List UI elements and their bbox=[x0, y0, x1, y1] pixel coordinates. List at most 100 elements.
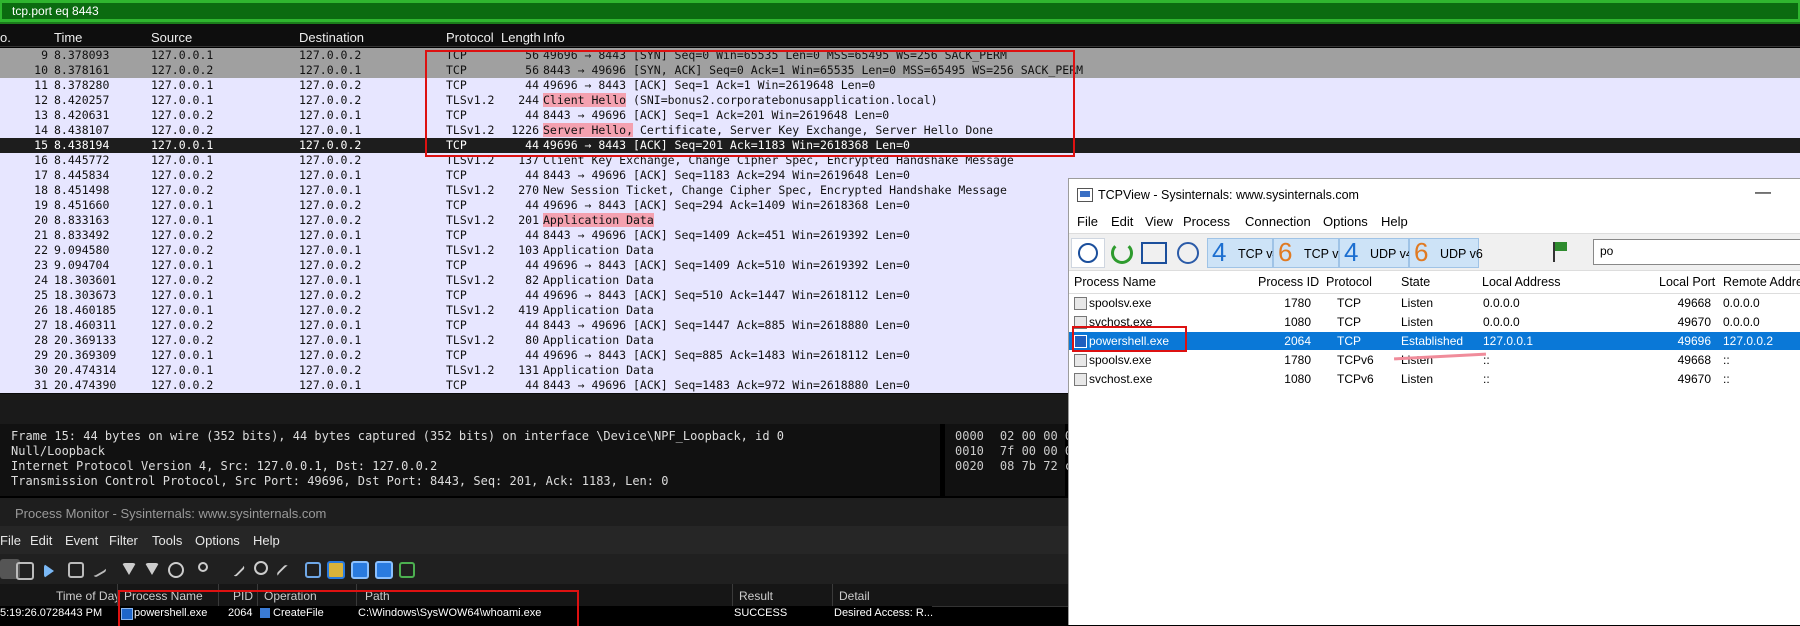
display-filter-input[interactable] bbox=[2, 3, 1798, 19]
detail-line[interactable]: Transmission Control Protocol, Src Port:… bbox=[11, 474, 668, 489]
col-result[interactable]: Result bbox=[739, 589, 773, 603]
procmon-menu-tools[interactable]: Tools bbox=[152, 533, 182, 548]
jump-icon[interactable] bbox=[275, 563, 291, 579]
detail-line[interactable]: Internet Protocol Version 4, Src: 127.0.… bbox=[11, 459, 437, 474]
col-time-of-day[interactable]: Time of Day bbox=[56, 589, 120, 603]
tcp-menu-view[interactable]: View bbox=[1145, 214, 1173, 229]
show-unconnected-button[interactable] bbox=[1545, 238, 1577, 266]
profiling-icon[interactable] bbox=[399, 562, 415, 578]
procmon-menu-filter[interactable]: Filter bbox=[109, 533, 138, 548]
procmon-toolbar bbox=[0, 554, 1068, 584]
registry-icon[interactable] bbox=[305, 562, 321, 578]
tcp-col-process-id[interactable]: Process ID bbox=[1258, 275, 1319, 289]
col-path[interactable]: Path bbox=[365, 589, 390, 603]
properties-button[interactable] bbox=[1171, 238, 1203, 266]
autoscroll-icon[interactable] bbox=[68, 562, 84, 578]
packet-src: 127.0.0.1 bbox=[151, 348, 214, 362]
tcp-col-remote-address[interactable]: Remote Address bbox=[1723, 275, 1800, 289]
procmon-event-row-next[interactable] bbox=[0, 620, 932, 624]
detail-line[interactable]: Null/Loopback bbox=[11, 444, 105, 459]
display-filter-bar: tcp.port eq 8443 bbox=[0, 0, 1800, 24]
packet-src: 127.0.0.1 bbox=[151, 153, 214, 167]
packet-len: 44 bbox=[525, 168, 539, 182]
tcp-col-process-name[interactable]: Process Name bbox=[1074, 275, 1156, 289]
find-icon[interactable] bbox=[254, 561, 268, 575]
search-input[interactable]: po bbox=[1593, 239, 1800, 265]
connection-state: Listen bbox=[1401, 372, 1434, 386]
col-detail[interactable]: Detail bbox=[839, 589, 870, 603]
udp-v4-icon: 4 bbox=[1344, 237, 1359, 267]
col-source-header[interactable]: Source bbox=[151, 30, 192, 45]
connection-pid: 2064 bbox=[1284, 334, 1311, 348]
procmon-menu-edit[interactable]: Edit bbox=[30, 533, 52, 548]
col-length-header[interactable]: Length bbox=[501, 30, 541, 45]
packet-row[interactable]: 15 8.438194 127.0.0.1 127.0.0.2 TCP 44 49696 →… bbox=[0, 138, 1800, 153]
packet-row[interactable]: 14 8.438107 127.0.0.2 127.0.0.1 TLSv1.2 1226 S… bbox=[0, 123, 1800, 138]
search-value: po bbox=[1600, 244, 1614, 258]
packet-row[interactable]: 13 8.420631 127.0.0.2 127.0.0.1 TCP 44 8443 → … bbox=[0, 108, 1800, 123]
packet-row[interactable]: 11 8.378280 127.0.0.1 127.0.0.2 TCP 44 49696 →… bbox=[0, 78, 1800, 93]
save-icon[interactable] bbox=[16, 562, 34, 580]
tcp-menu-help[interactable]: Help bbox=[1381, 214, 1408, 229]
connection-row[interactable]: spoolsv.exe 1780 TCPv6 Listen:: 49668:: bbox=[1069, 351, 1800, 369]
packet-row[interactable]: 16 8.445772 127.0.0.1 127.0.0.2 TLSv1.2 137 Cl… bbox=[0, 153, 1800, 168]
hex-line[interactable]: 0000 02 00 00 0 bbox=[955, 429, 1072, 444]
options-button[interactable] bbox=[1137, 238, 1169, 266]
hex-line[interactable]: 0020 08 7b 72 c bbox=[955, 459, 1072, 474]
packet-src: 127.0.0.2 bbox=[151, 108, 214, 122]
process-tree-icon[interactable] bbox=[198, 562, 208, 572]
process-thread-icon[interactable] bbox=[375, 561, 393, 579]
connection-row[interactable]: svchost.exe 1080 TCP Listen 0.0.0.0 49670 0.0.… bbox=[1069, 313, 1800, 331]
filter-tcp-v4[interactable]: 4 TCP v4 bbox=[1207, 237, 1279, 268]
refresh-button[interactable] bbox=[1105, 238, 1137, 266]
minimize-icon[interactable]: — bbox=[1755, 184, 1771, 202]
packet-info: Application Data bbox=[543, 363, 654, 377]
connection-row[interactable]: powershell.exe 2064 TCP Established 127.0.0.… bbox=[1069, 332, 1800, 350]
tcp-menu-connection[interactable]: Connection bbox=[1245, 214, 1311, 229]
col-destination-header[interactable]: Destination bbox=[299, 30, 364, 45]
tcp-col-protocol[interactable]: Protocol bbox=[1326, 275, 1372, 289]
tcpview-app-icon bbox=[1077, 188, 1093, 202]
filter-tcp-v6[interactable]: 6 TCP v6 bbox=[1273, 237, 1345, 268]
connection-row[interactable]: svchost.exe 1080 TCPv6 Listen:: 49670:: bbox=[1069, 370, 1800, 388]
connection-row[interactable]: spoolsv.exe 1780 TCP Listen 0.0.0.0 49668 0.0.… bbox=[1069, 294, 1800, 312]
col-protocol-header[interactable]: Protocol bbox=[446, 30, 494, 45]
packet-row[interactable]: 9 8.378093 127.0.0.1 127.0.0.2 TCP 56 49696 → … bbox=[0, 48, 1800, 63]
procmon-event-row[interactable]: 5:19:26.0728443 PM powershell.exe 2064 C… bbox=[0, 606, 933, 620]
detail-line[interactable]: Frame 15: 44 bytes on wire (352 bits), 4… bbox=[11, 429, 784, 444]
procmon-menu-file[interactable]: File bbox=[0, 533, 21, 548]
hex-line[interactable]: 0010 7f 00 00 0 bbox=[955, 444, 1072, 459]
tcp-menu-edit[interactable]: Edit bbox=[1111, 214, 1133, 229]
procmon-menu-options[interactable]: Options bbox=[195, 533, 240, 548]
col-info-header[interactable]: Info bbox=[543, 30, 565, 45]
filesystem-icon[interactable] bbox=[327, 561, 345, 579]
tcp-col-local-port[interactable]: Local Port bbox=[1659, 275, 1715, 289]
col-time-header[interactable]: Time bbox=[54, 30, 82, 45]
clear-icon[interactable] bbox=[90, 564, 108, 578]
tcp-menu-file[interactable]: File bbox=[1077, 214, 1098, 229]
pause-refresh-button[interactable] bbox=[1071, 238, 1105, 268]
highlight-icon[interactable] bbox=[145, 563, 159, 575]
filter-udp-v6-label: UDP v6 bbox=[1440, 247, 1483, 261]
col-no-header[interactable]: o. bbox=[0, 30, 11, 45]
filter-icon[interactable] bbox=[122, 563, 136, 575]
packet-row[interactable]: 12 8.420257 127.0.0.1 127.0.0.2 TLSv1.2 244 Cl… bbox=[0, 93, 1800, 108]
col-pid[interactable]: PID bbox=[233, 589, 253, 603]
tcp-menu-process[interactable]: Process bbox=[1183, 214, 1230, 229]
procmon-menu-help[interactable]: Help bbox=[253, 533, 280, 548]
network-icon[interactable] bbox=[351, 561, 369, 579]
procmon-menu-event[interactable]: Event bbox=[65, 533, 98, 548]
col-operation[interactable]: Operation bbox=[264, 589, 317, 603]
tcp-col-state[interactable]: State bbox=[1401, 275, 1430, 289]
packet-time: 8.420257 bbox=[54, 93, 110, 107]
col-process-name[interactable]: Process Name bbox=[124, 589, 203, 603]
target-icon[interactable] bbox=[168, 562, 184, 578]
tcp-col-local-address[interactable]: Local Address bbox=[1482, 275, 1561, 289]
connection-name: powershell.exe bbox=[1089, 334, 1170, 348]
filter-udp-v4[interactable]: 4 UDP v4 bbox=[1339, 237, 1413, 268]
filter-udp-v6[interactable]: 6 UDP v6 bbox=[1409, 237, 1483, 268]
capture-icon[interactable] bbox=[44, 564, 54, 578]
properties-icon[interactable] bbox=[228, 560, 246, 578]
tcp-menu-options[interactable]: Options bbox=[1323, 214, 1368, 229]
packet-row[interactable]: 10 8.378161 127.0.0.2 127.0.0.1 TCP 56 8443 → … bbox=[0, 63, 1800, 78]
